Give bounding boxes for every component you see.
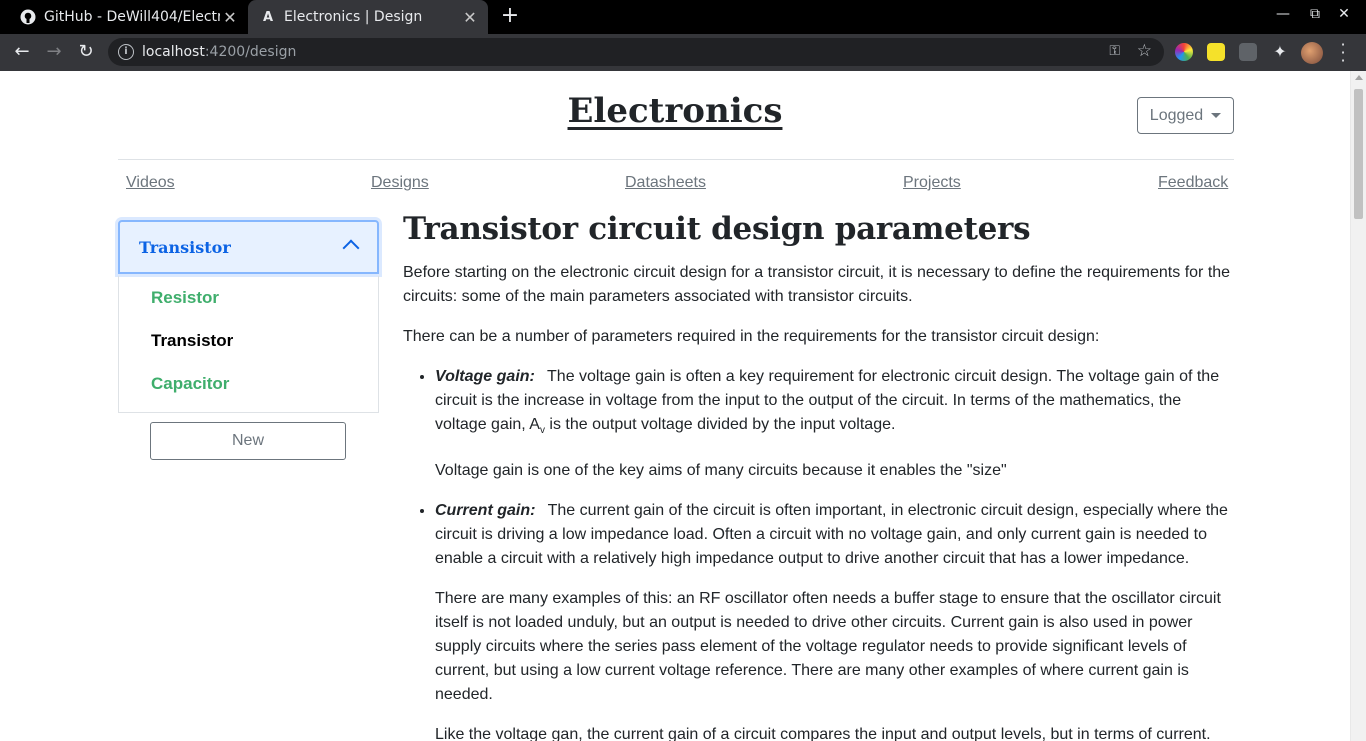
voltage-gain-paragraph-2: Voltage gain is one of the key aims of m…	[435, 462, 1007, 480]
current-gain-paragraph-2: There are many examples of this: an RF o…	[435, 590, 1221, 704]
scroll-up-icon[interactable]	[1355, 75, 1363, 80]
scrollbar[interactable]	[1350, 71, 1366, 741]
sidebar-item-resistor[interactable]: Resistor	[151, 288, 219, 308]
puzzle-icon[interactable]: ✦	[1271, 43, 1289, 61]
close-window-icon[interactable]: ✕	[1333, 6, 1355, 22]
star-icon[interactable]: ☆	[1137, 41, 1152, 61]
key-icon[interactable]: ⚿	[1109, 43, 1120, 59]
article-lead: There can be a number of parameters requ…	[403, 328, 1100, 345]
color-picker-extension-icon[interactable]	[1175, 43, 1193, 61]
nav-datasheets[interactable]: Datasheets	[625, 174, 706, 192]
extension-icon[interactable]	[1239, 43, 1257, 61]
extension-icon[interactable]	[1207, 43, 1225, 61]
tab-electronics[interactable]: A Electronics | Design ✕	[248, 0, 488, 34]
article-heading: Transistor circuit design parameters	[403, 211, 1031, 247]
info-icon[interactable]: i	[118, 44, 134, 60]
angular-icon: A	[262, 9, 274, 25]
current-gain-term: Current gain:	[435, 502, 536, 520]
avatar[interactable]	[1301, 42, 1323, 64]
voltage-gain-text-after: is the output voltage divided by the inp…	[544, 416, 896, 433]
caret-down-icon	[1211, 113, 1222, 118]
current-gain-text: The current gain of the circuit is often…	[435, 502, 1228, 568]
nav-designs[interactable]: Designs	[371, 174, 429, 192]
menu-icon[interactable]: · · ·	[1338, 37, 1348, 69]
minimize-icon[interactable]: —	[1272, 6, 1294, 22]
sidebar-item-capacitor[interactable]: Capacitor	[151, 374, 229, 394]
page-content: Electronics Logged Videos Designs Datash…	[0, 71, 1350, 741]
parameter-list: Voltage gain: The voltage gain is often …	[435, 365, 1233, 741]
tab-title: GitHub - DeWill404/Electronics	[44, 9, 220, 25]
current-gain-paragraph-3: Like the voltage gan, the current gain o…	[435, 726, 1211, 741]
article: Transistor circuit design parameters Bef…	[403, 209, 1233, 741]
forward-icon[interactable]: →	[42, 41, 66, 63]
current-gain-paragraph: Current gain: The current gain of the ci…	[435, 499, 1233, 571]
browser-tab-strip: GitHub - DeWill404/Electronics ✕ A Elect…	[0, 0, 1366, 34]
github-icon	[20, 9, 36, 25]
accordion-body: Resistor Transistor Capacitor	[118, 276, 379, 413]
accordion-header-transistor[interactable]: Transistor	[118, 220, 379, 274]
list-item-current-gain: Current gain: The current gain of the ci…	[435, 499, 1233, 741]
nav-videos[interactable]: Videos	[126, 174, 175, 192]
reload-icon[interactable]: ↻	[74, 41, 98, 63]
divider	[118, 159, 1234, 160]
list-item-voltage-gain: Voltage gain: The voltage gain is often …	[435, 365, 1233, 483]
sidebar-item-transistor[interactable]: Transistor	[151, 331, 233, 351]
new-button[interactable]: New	[150, 422, 346, 460]
new-tab-icon[interactable]: +	[498, 5, 522, 29]
close-icon[interactable]: ✕	[220, 8, 240, 27]
account-dropdown-button[interactable]: Logged	[1137, 97, 1234, 134]
chevron-up-icon	[342, 239, 360, 257]
restore-icon[interactable]: ⧉	[1304, 6, 1326, 22]
tab-title: Electronics | Design	[284, 9, 423, 25]
account-label: Logged	[1149, 106, 1204, 124]
address-bar[interactable]: i localhost:4200/design ⚿ ☆	[108, 38, 1164, 66]
url-host: localhost	[142, 44, 205, 60]
voltage-gain-paragraph: Voltage gain: The voltage gain is often …	[435, 365, 1233, 443]
voltage-gain-term: Voltage gain:	[435, 368, 535, 385]
article-intro: Before starting on the electronic circui…	[403, 264, 1231, 305]
url-path: :4200/design	[204, 44, 297, 60]
accordion-title: Transistor	[139, 237, 231, 257]
browser-toolbar: ← → ↻ i localhost:4200/design ⚿ ☆ ✦	[0, 34, 1366, 71]
close-icon[interactable]: ✕	[460, 8, 480, 27]
url-text[interactable]: localhost:4200/design	[142, 44, 296, 60]
back-icon[interactable]: ←	[10, 41, 34, 63]
nav-projects[interactable]: Projects	[903, 174, 961, 192]
tab-github[interactable]: GitHub - DeWill404/Electronics ✕	[8, 0, 248, 34]
scrollbar-thumb[interactable]	[1354, 89, 1363, 219]
nav-feedback[interactable]: Feedback	[1158, 174, 1228, 192]
